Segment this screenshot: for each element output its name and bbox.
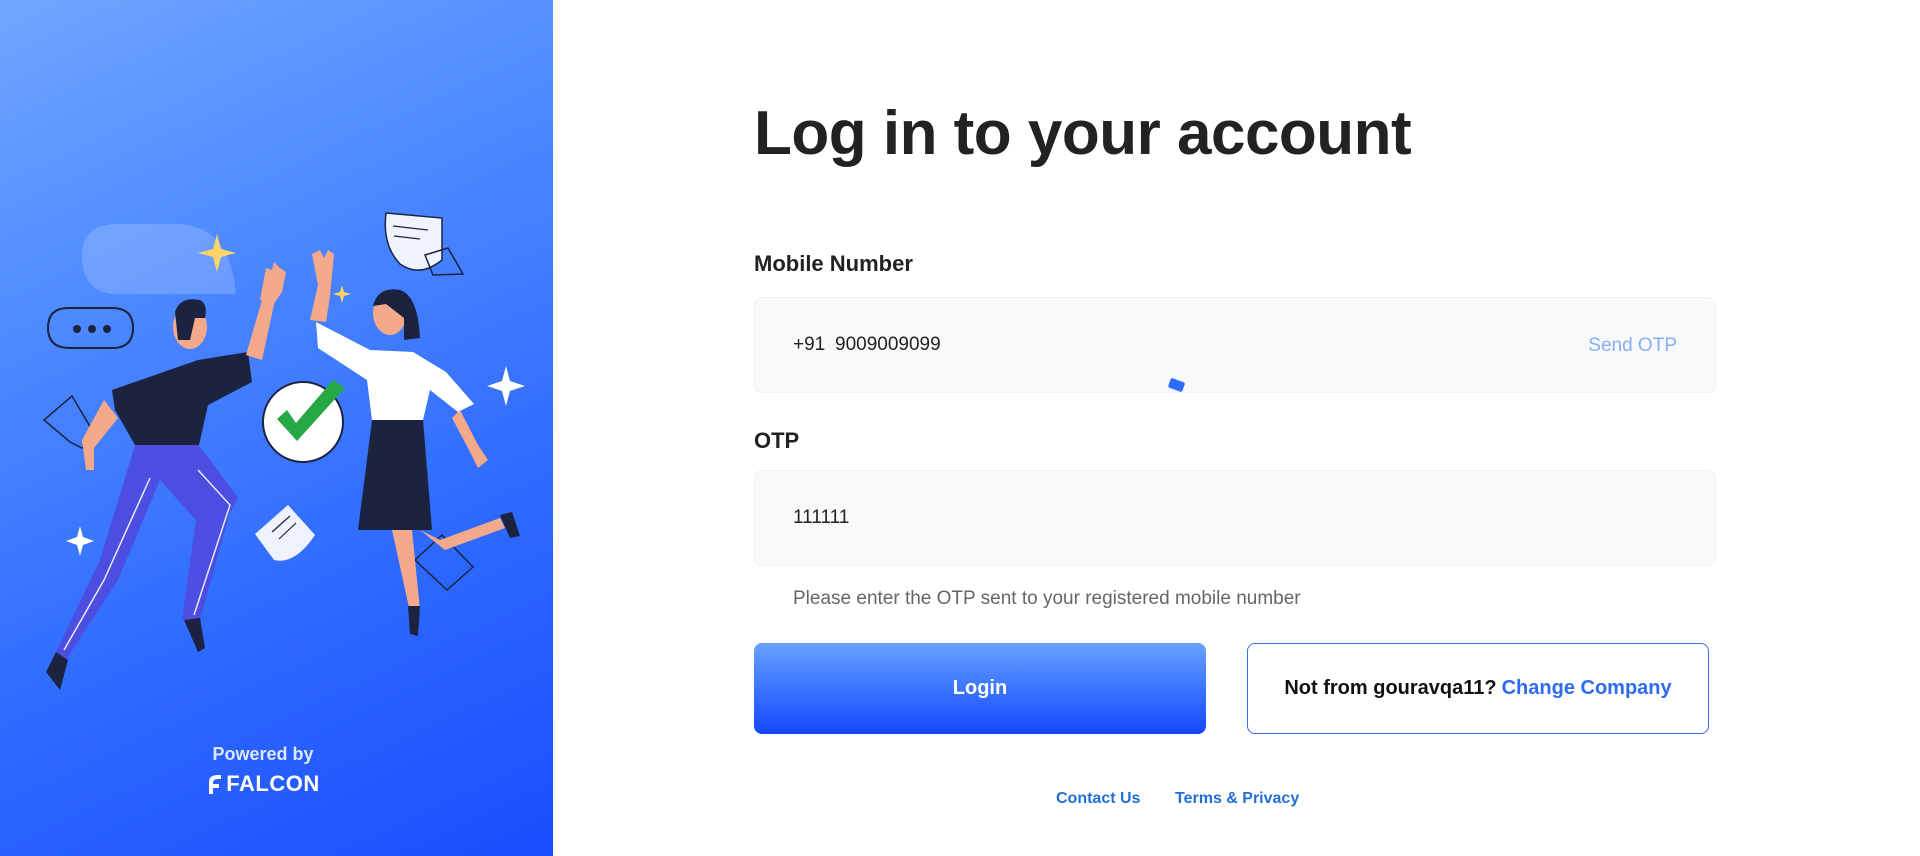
- mobile-number-value[interactable]: 9009009099: [835, 334, 941, 356]
- faint-bubble: [82, 224, 236, 294]
- otp-helper-text: Please enter the OTP sent to your regist…: [793, 588, 1301, 609]
- woman-figure: [310, 250, 520, 636]
- page-title: Log in to your account: [754, 99, 1412, 168]
- falcon-logo-icon: [209, 775, 222, 794]
- left-panel: Powered by FALCON: [0, 0, 553, 856]
- loading-spinner-icon: [1167, 377, 1186, 393]
- otp-value[interactable]: 111111: [793, 507, 849, 529]
- mobile-number-label: Mobile Number: [754, 251, 913, 276]
- change-company-box: Not from gouravqa11? Change Company: [1247, 643, 1709, 734]
- send-otp-button[interactable]: Send OTP: [1588, 335, 1677, 357]
- powered-by-block: Powered by FALCON: [0, 744, 526, 797]
- otp-label: OTP: [754, 428, 800, 453]
- terms-privacy-link[interactable]: Terms & Privacy: [1175, 790, 1299, 808]
- chat-bubble-icon: [46, 307, 135, 349]
- contact-us-link[interactable]: Contact Us: [1056, 790, 1140, 808]
- login-panel: Log in to your account Mobile Number +91…: [553, 0, 1920, 856]
- change-company-link[interactable]: Change Company: [1502, 677, 1672, 700]
- brand-name: FALCON: [226, 771, 320, 796]
- mobile-number-field[interactable]: +91 9009009099 Send OTP: [754, 297, 1716, 393]
- checkmark-circle-icon: [262, 380, 345, 463]
- high-five-illustration: [42, 212, 525, 690]
- paper-icon: [384, 212, 465, 276]
- man-figure: [46, 262, 286, 690]
- brand-logo: FALCON: [0, 771, 526, 797]
- powered-by-label: Powered by: [212, 744, 314, 764]
- sparkle-small-gold-icon: [333, 285, 351, 303]
- sparkle-white-small-icon: [66, 526, 94, 556]
- not-from-text: Not from gouravqa11?: [1284, 677, 1497, 699]
- sparkle-white-icon: [487, 366, 525, 406]
- country-code: +91: [793, 334, 826, 355]
- login-button[interactable]: Login: [754, 643, 1206, 734]
- otp-field[interactable]: 111111: [754, 470, 1716, 566]
